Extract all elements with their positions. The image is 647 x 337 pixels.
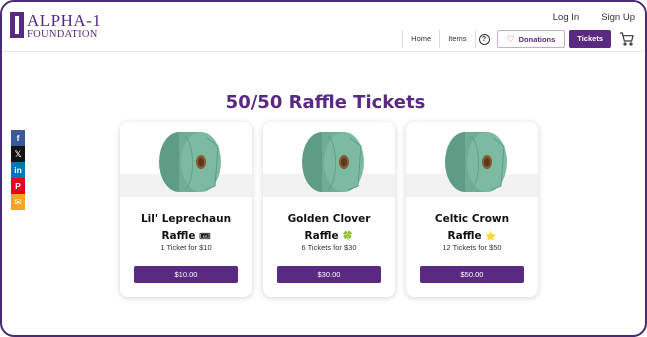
account-links: Log In Sign Up (553, 12, 635, 23)
ticket-roll-image (263, 122, 395, 197)
card-title-line2: Raffle (161, 230, 196, 242)
ticket-roll-image (120, 122, 252, 197)
ticket-roll-image (406, 122, 538, 197)
buy-30-button[interactable]: $30.00 (277, 266, 381, 283)
login-link[interactable]: Log In (553, 12, 579, 23)
site-header: ALPHA-1 FOUNDATION Log In Sign Up Home I… (2, 2, 645, 52)
ticket-emoji-icon: 🎟 (199, 232, 211, 242)
tickets-button[interactable]: Tickets (569, 30, 611, 48)
card-subtitle: 1 Ticket for $10 (160, 243, 212, 252)
raffle-card: Celtic Crown Raffle ⭐ 12 Tickets for $50… (406, 122, 538, 297)
star-emoji-icon: ⭐ (485, 232, 497, 242)
signup-link[interactable]: Sign Up (601, 12, 635, 23)
card-title-line1: Lil' Leprechaun (140, 213, 232, 225)
heart-icon: ♡ (506, 33, 515, 44)
help-button[interactable]: ? (474, 30, 493, 48)
card-title: Golden Clover Raffle 🍀 (263, 211, 395, 246)
social-share-bar: f 𝕏 in P ✉ (11, 130, 25, 210)
card-title-line2: Raffle (447, 230, 482, 242)
facebook-icon[interactable]: f (11, 130, 25, 146)
donations-button[interactable]: ♡ Donations (496, 30, 566, 48)
linkedin-icon[interactable]: in (11, 162, 25, 178)
page-title: 50/50 Raffle Tickets (225, 92, 426, 113)
card-title: Lil' Leprechaun Raffle 🎟 (120, 211, 252, 246)
help-icon: ? (478, 33, 490, 45)
card-title-line1: Celtic Crown (434, 213, 510, 225)
logo-text: ALPHA-1 FOUNDATION (27, 12, 101, 41)
donations-label: Donations (518, 34, 556, 44)
browser-frame: ALPHA-1 FOUNDATION Log In Sign Up Home I… (0, 0, 647, 337)
main-nav: Home Items ? ♡ Donations Tickets (402, 30, 635, 48)
logo-line2: FOUNDATION (27, 29, 98, 40)
card-title-line1: Golden Clover (287, 213, 371, 225)
card-title-line2: Raffle (304, 230, 339, 242)
site-logo[interactable]: ALPHA-1 FOUNDATION (10, 12, 101, 41)
nav-items[interactable]: Items (439, 30, 474, 48)
logo-mark-icon (10, 12, 24, 38)
card-title: Celtic Crown Raffle ⭐ (406, 211, 538, 246)
buy-50-button[interactable]: $50.00 (420, 266, 524, 283)
clover-emoji-icon: 🍀 (342, 232, 354, 242)
card-subtitle: 6 Tickets for $30 (301, 243, 357, 252)
card-subtitle: 12 Tickets for $50 (442, 243, 502, 252)
email-icon[interactable]: ✉ (11, 194, 25, 210)
buy-10-button[interactable]: $10.00 (134, 266, 238, 283)
x-icon[interactable]: 𝕏 (11, 146, 25, 162)
raffle-card: Lil' Leprechaun Raffle 🎟 1 Ticket for $1… (120, 122, 252, 297)
nav-home[interactable]: Home (402, 30, 439, 48)
pinterest-icon[interactable]: P (11, 178, 25, 194)
raffle-card: Golden Clover Raffle 🍀 6 Tickets for $30… (263, 122, 395, 297)
logo-line1: ALPHA-1 (27, 11, 102, 30)
cart-icon[interactable] (619, 31, 635, 47)
